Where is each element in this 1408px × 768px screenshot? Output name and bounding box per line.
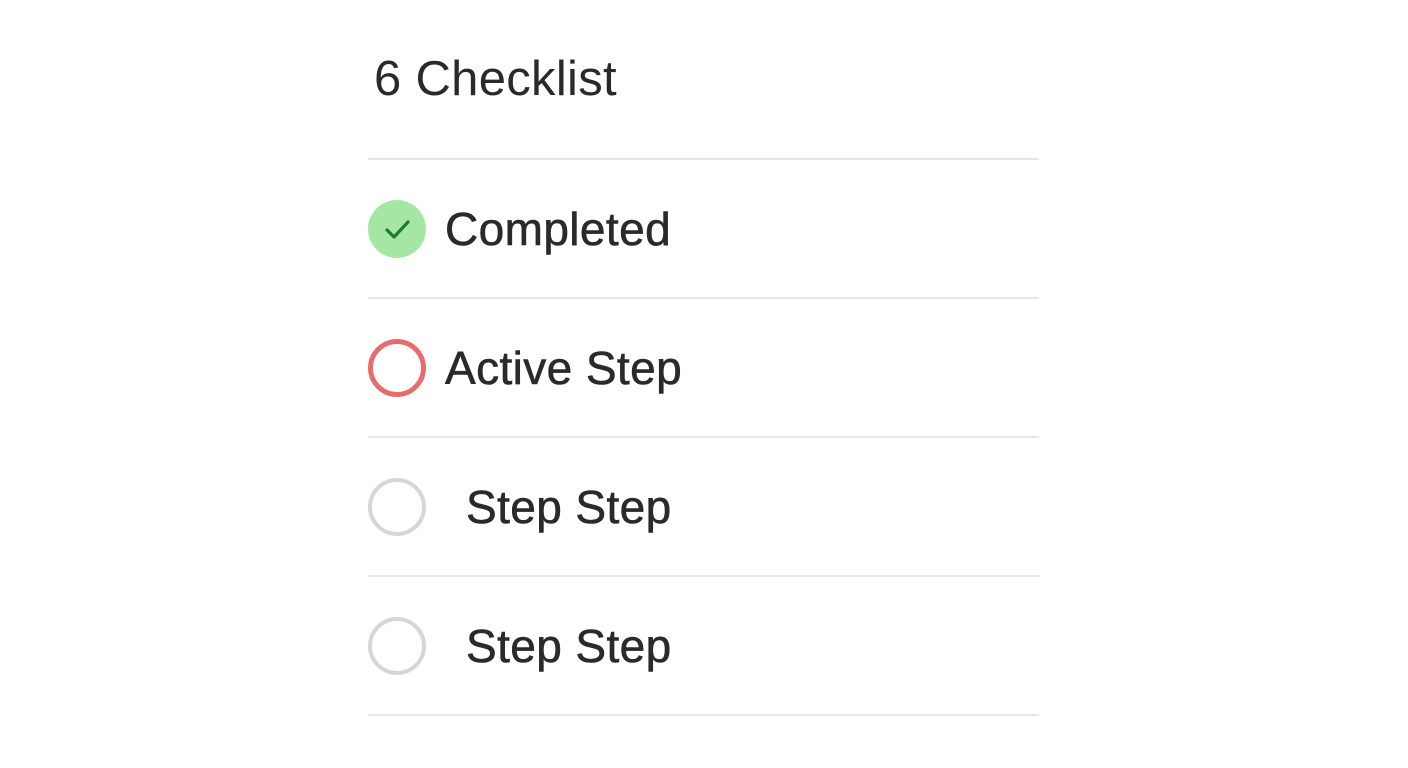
check-icon: [368, 199, 426, 258]
checklist-title: 6 Checklist: [368, 0, 1039, 160]
checklist-item-pending[interactable]: Step Step: [368, 438, 1039, 577]
checklist-item-completed[interactable]: Completed: [368, 160, 1039, 299]
checklist-item-label: Completed: [445, 202, 672, 255]
checklist-item-pending[interactable]: Step Step: [368, 577, 1039, 716]
checklist-item-label: Step Step: [466, 619, 672, 672]
active-ring-icon: [368, 338, 426, 397]
empty-circle-icon: [368, 477, 426, 536]
checklist: 6 Checklist Completed Active Step Step S…: [368, 0, 1039, 716]
checklist-item-label: Step Step: [466, 480, 672, 533]
empty-circle-icon: [368, 616, 426, 675]
checklist-item-active[interactable]: Active Step: [368, 299, 1039, 438]
checklist-item-label: Active Step: [445, 341, 683, 394]
